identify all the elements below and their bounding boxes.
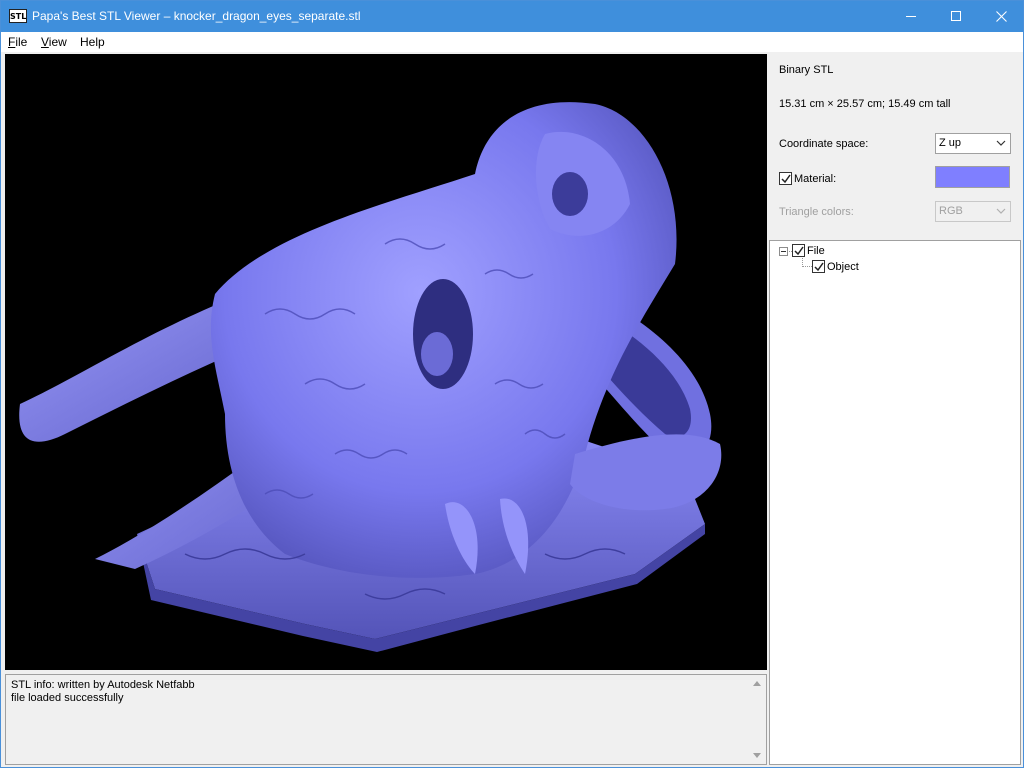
minimize-button[interactable]	[888, 1, 934, 32]
log-text: STL info: written by Autodesk Netfabb fi…	[11, 679, 195, 704]
tree-node-file[interactable]: File	[792, 244, 825, 257]
dragon-model-render	[19, 102, 722, 652]
checkmark-icon	[814, 262, 824, 272]
file-type-label: Binary STL	[779, 64, 834, 76]
coordinate-space-value: Z up	[939, 137, 962, 149]
menu-view[interactable]: View	[41, 35, 67, 49]
scroll-up-arrow-icon[interactable]	[753, 681, 761, 686]
maximize-icon	[950, 11, 961, 21]
file-checkbox[interactable]	[792, 244, 805, 257]
tree-node-file-label: File	[807, 244, 825, 257]
log-panel[interactable]: STL info: written by Autodesk Netfabb fi…	[5, 674, 767, 765]
eye	[421, 332, 453, 376]
menu-help[interactable]: Help	[80, 35, 105, 49]
checkmark-icon	[781, 174, 791, 184]
log-scrollbar[interactable]	[749, 675, 766, 764]
material-label: Material:	[794, 172, 837, 185]
collapse-icon[interactable]	[779, 247, 788, 256]
maximize-button[interactable]	[933, 1, 979, 32]
properties-panel: Binary STL 15.31 cm × 25.57 cm; 15.49 cm…	[769, 54, 1023, 240]
menu-bar: File View Help	[1, 32, 1023, 52]
coordinate-space-label: Coordinate space:	[779, 138, 869, 150]
material-color-swatch[interactable]	[935, 166, 1010, 188]
menu-file-rest: ile	[15, 35, 28, 49]
menu-view-rest: iew	[48, 35, 67, 49]
close-icon	[995, 11, 1007, 22]
tree-node-object[interactable]: Object	[812, 260, 859, 273]
triangle-colors-value: RGB	[939, 205, 963, 217]
app-window: STL Papa's Best STL Viewer – knocker_dra…	[0, 0, 1024, 768]
scroll-down-arrow-icon[interactable]	[753, 753, 761, 758]
triangle-colors-select: RGB	[935, 201, 1011, 222]
tree-node-object-label: Object	[827, 260, 859, 273]
dimensions-label: 15.31 cm × 25.57 cm; 15.49 cm tall	[779, 98, 951, 110]
nostril	[552, 172, 588, 216]
checkmark-icon	[794, 246, 804, 256]
menu-view-accel: V	[41, 35, 49, 49]
object-tree[interactable]: File Object	[769, 240, 1021, 765]
triangle-colors-label: Triangle colors:	[779, 206, 854, 218]
menu-file[interactable]: File	[8, 35, 27, 49]
window-title: Papa's Best STL Viewer – knocker_dragon_…	[32, 9, 361, 23]
chevron-down-icon	[996, 140, 1006, 146]
object-checkbox[interactable]	[812, 260, 825, 273]
coordinate-space-select[interactable]: Z up	[935, 133, 1011, 154]
title-bar[interactable]: STL Papa's Best STL Viewer – knocker_dra…	[1, 1, 1023, 32]
close-button[interactable]	[978, 1, 1024, 32]
material-checkbox[interactable]	[779, 172, 792, 185]
tree-connector	[803, 266, 812, 267]
minimize-icon	[905, 16, 916, 17]
chevron-down-icon	[996, 208, 1006, 214]
material-checkbox-row[interactable]: Material:	[779, 172, 836, 185]
app-icon: STL	[9, 9, 27, 23]
3d-viewport[interactable]	[5, 54, 767, 670]
